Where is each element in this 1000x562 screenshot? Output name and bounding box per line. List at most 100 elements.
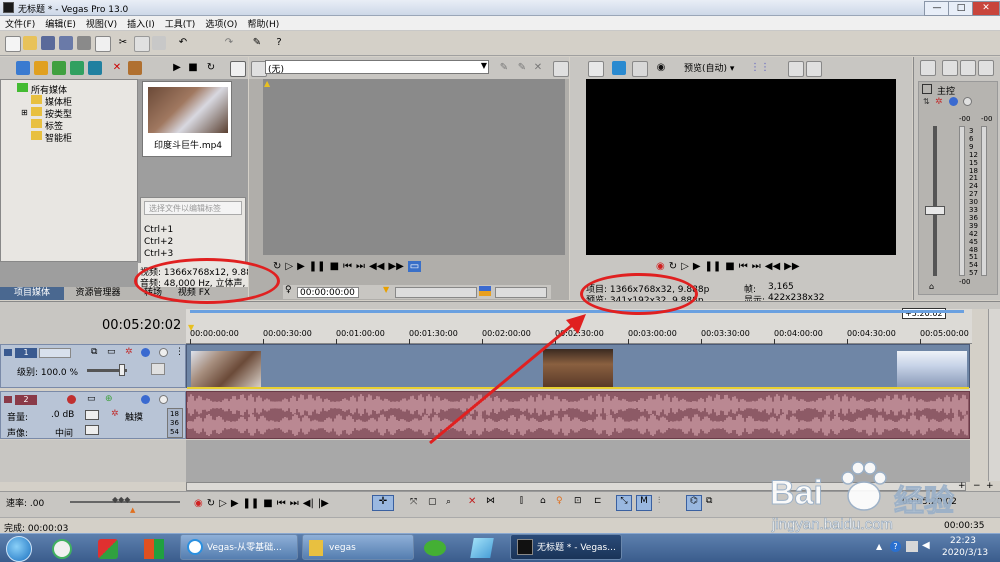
trimmer-selection-field[interactable]	[395, 287, 477, 298]
prev-frame-icon[interactable]: ◀|	[303, 498, 314, 509]
record-icon[interactable]: ◉	[656, 261, 665, 272]
prev-icon[interactable]: ⏮	[343, 261, 352, 272]
marker-insert-icon[interactable]: ♀	[556, 496, 563, 506]
cut-icon[interactable]: ✂	[116, 36, 130, 50]
play-from-start-icon[interactable]: ▷	[681, 261, 689, 272]
next-icon[interactable]: ⏭	[356, 261, 365, 272]
new-icon[interactable]	[5, 36, 21, 52]
play-icon[interactable]: ▶	[231, 498, 239, 509]
record-icon[interactable]: ◉	[194, 498, 203, 509]
video-track-lane[interactable]	[186, 344, 970, 389]
menu-file[interactable]: 文件(F)	[0, 16, 40, 31]
undo-icon[interactable]: ↶	[176, 36, 190, 50]
expand-icon[interactable]: ⊞	[21, 108, 28, 117]
crossfade-icon[interactable]: ⌬	[686, 495, 702, 511]
track-expand-icon[interactable]	[4, 396, 12, 403]
stop-icon[interactable]: ■	[330, 261, 339, 272]
master-gear-icon[interactable]: ✲	[935, 97, 943, 107]
pause-icon[interactable]: ❚❚	[309, 261, 326, 272]
solo-icon[interactable]	[159, 395, 168, 404]
mixer-mute-icon[interactable]	[978, 60, 994, 76]
what-is-this-icon[interactable]: ?	[272, 36, 286, 50]
rate-thumb[interactable]: ◆◆◆	[112, 495, 130, 504]
maximize-button[interactable]: □	[948, 1, 974, 16]
ignore-grouping-icon[interactable]: ⫶	[658, 496, 660, 506]
menu-view[interactable]: 视图(V)	[81, 16, 122, 31]
mixer-insert-icon[interactable]	[920, 60, 936, 76]
enable-snapping-icon[interactable]: ✎	[250, 36, 264, 50]
save-snapshot-icon[interactable]	[806, 61, 822, 77]
fx-icon[interactable]	[632, 61, 648, 77]
arm-record-icon[interactable]	[67, 395, 76, 404]
overlay-icon[interactable]: ⋮⋮	[750, 61, 770, 75]
taskbar-item-vegas[interactable]: 无标题 * - Vegas...	[510, 534, 622, 560]
paste-icon[interactable]	[152, 36, 166, 50]
zoom-tool-icon[interactable]: ⌕	[446, 497, 451, 507]
automation-icon[interactable]: ⊕	[105, 394, 113, 404]
auto-ripple-icon[interactable]: ⤡	[616, 495, 632, 511]
trimmer-icon-a[interactable]: ✎	[497, 61, 511, 75]
loop-icon[interactable]: ↻	[669, 261, 677, 272]
stop-icon[interactable]: ■	[263, 498, 272, 509]
menu-options[interactable]: 选项(O)	[200, 16, 242, 31]
timeline-ruler[interactable]: +5:20:02 ▼	[186, 308, 972, 344]
remove-icon[interactable]: ✕	[110, 61, 124, 75]
level-button[interactable]	[151, 363, 165, 375]
tab-project-media[interactable]: 项目媒体	[0, 287, 64, 300]
menu-tools[interactable]: 工具(T)	[160, 16, 201, 31]
tree-item-smart-bins[interactable]: 智能柜	[31, 131, 72, 144]
play-from-start-icon[interactable]: ▷	[219, 498, 227, 509]
play-icon[interactable]: ▶	[170, 61, 184, 75]
master-solo-icon[interactable]	[963, 97, 972, 106]
tag-search-input[interactable]: 选择文件以编辑标签	[144, 201, 242, 215]
trimmer-duration-field[interactable]	[495, 287, 547, 298]
copy-icon[interactable]	[134, 36, 150, 52]
preview-mode-dropdown[interactable]: 预览(自动) ▾	[684, 61, 734, 74]
play-icon[interactable]: ▶	[297, 261, 305, 272]
menu-edit[interactable]: 编辑(E)	[40, 16, 81, 31]
compositing-icon[interactable]: ✲	[125, 347, 133, 357]
track-expand-icon[interactable]	[4, 349, 12, 356]
touch-gear-icon[interactable]: ✲	[111, 409, 119, 419]
media-fx-icon[interactable]	[128, 61, 142, 75]
taskbar-item-browser[interactable]: Vegas-从零基础...	[180, 534, 298, 560]
lock-icon[interactable]: ⌂	[540, 496, 546, 506]
mixer-dim-icon[interactable]	[960, 60, 976, 76]
normal-edit-tool-icon[interactable]: ✛	[372, 495, 394, 511]
rate-reset-icon[interactable]: ▲	[130, 506, 135, 514]
menu-help[interactable]: 帮助(H)	[242, 16, 284, 31]
start-button-icon[interactable]	[6, 536, 32, 562]
master-fader[interactable]	[925, 206, 945, 215]
track-more-icon[interactable]: ⋮	[175, 347, 184, 357]
loop-icon[interactable]: ↻	[207, 498, 215, 509]
tray-expand-icon[interactable]: ▲	[876, 542, 882, 551]
refresh-icon[interactable]	[70, 61, 84, 75]
tray-network-icon[interactable]	[906, 541, 918, 552]
menu-insert[interactable]: 插入(I)	[122, 16, 160, 31]
get-media-icon[interactable]	[52, 61, 66, 75]
open-icon[interactable]	[23, 36, 37, 50]
region-insert-icon[interactable]: ⊡	[574, 496, 582, 506]
taskbar-item-folder[interactable]: vegas	[302, 534, 414, 560]
master-fx-icon[interactable]: ⇅	[923, 97, 930, 106]
trimmer-close-icon[interactable]: ✕	[531, 61, 545, 75]
stop-icon[interactable]: ■	[186, 61, 200, 75]
trim-icon[interactable]: ⋈	[486, 496, 495, 506]
rewind-icon[interactable]: ◀◀	[369, 261, 384, 272]
pause-icon[interactable]: ❚❚	[243, 498, 260, 509]
play-icon[interactable]: ▶	[693, 261, 701, 272]
trimmer-dropdown[interactable]: (无) ▼	[265, 60, 489, 75]
preview-properties-icon[interactable]	[588, 61, 604, 77]
tray-volume-icon[interactable]: ◀	[922, 540, 930, 551]
stop-icon[interactable]: ■	[725, 261, 734, 272]
properties-icon[interactable]	[95, 36, 111, 52]
next-icon[interactable]: ⏭	[752, 261, 761, 272]
prev-icon[interactable]: ⏮	[277, 498, 286, 509]
tray-help-icon[interactable]: ?	[890, 541, 901, 552]
split-icon[interactable]: ⫿	[520, 496, 523, 506]
out-point-icon[interactable]	[479, 286, 491, 296]
media-thumbnail-card[interactable]: 印度斗巨牛.mp4	[142, 81, 232, 157]
delete-icon[interactable]: ✕	[468, 496, 476, 507]
loop-region[interactable]	[190, 310, 964, 313]
selection-tool-icon[interactable]: ▢	[428, 497, 437, 507]
